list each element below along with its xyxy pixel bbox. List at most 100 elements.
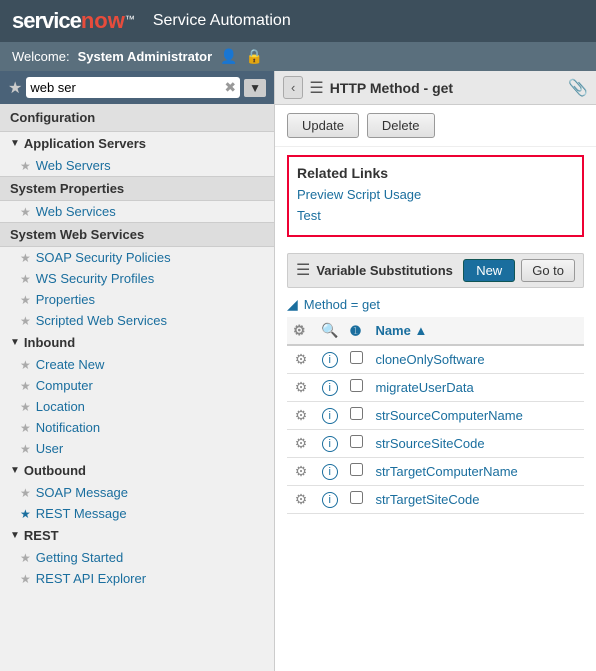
collapse-icon: ▼ [10, 138, 20, 149]
update-button[interactable]: Update [287, 113, 359, 138]
related-link-preview-script[interactable]: Preview Script Usage [297, 185, 574, 206]
star-icon-notif: ★ [20, 421, 31, 435]
row-name-link[interactable]: strSourceComputerName [375, 408, 522, 423]
welcome-bar: Welcome: System Administrator 👤 🔒 [0, 42, 596, 71]
rest-collapse-icon: ▼ [10, 530, 20, 541]
sidebar-item-web-services[interactable]: ★ Web Services [0, 201, 274, 222]
sidebar-item-ws-security[interactable]: ★ WS Security Profiles [0, 268, 274, 289]
getting-started-label: Getting Started [36, 550, 123, 565]
user-profile-icon[interactable]: 👤 [220, 48, 237, 65]
sidebar-item-scripted-ws[interactable]: ★ Scripted Web Services [0, 310, 274, 331]
related-link-test[interactable]: Test [297, 206, 574, 227]
outbound-collapse-icon: ▼ [10, 465, 20, 476]
row-gear-icon[interactable]: ⚙ [295, 351, 308, 367]
star-icon-gs: ★ [20, 551, 31, 565]
filter-icon[interactable]: ◢ [287, 296, 298, 313]
attach-icon[interactable]: 📎 [568, 78, 588, 98]
row-checkbox[interactable] [350, 463, 363, 476]
row-info-icon[interactable]: i [322, 436, 338, 452]
main-layout: ★ ✖ ▼ Configuration ▼ Application Server… [0, 71, 596, 671]
sidebar-item-computer[interactable]: ★ Computer [0, 375, 274, 396]
row-info-icon[interactable]: i [322, 464, 338, 480]
hamburger-menu-icon[interactable]: ☰ [309, 78, 323, 98]
goto-button[interactable]: Go to [521, 259, 575, 282]
name-col-label: Name ▲ [375, 323, 427, 338]
row-info-icon[interactable]: i [322, 352, 338, 368]
row-checkbox[interactable] [350, 491, 363, 504]
search-clear-icon[interactable]: ✖ [224, 79, 236, 96]
row-checkbox[interactable] [350, 379, 363, 392]
app-title: Service Automation [153, 12, 291, 30]
sort-circle-icon[interactable]: ➊ [350, 324, 360, 338]
sidebar-item-getting-started[interactable]: ★ Getting Started [0, 547, 274, 568]
gear-col-header: ⚙ [287, 317, 315, 345]
row-check-cell [344, 429, 369, 457]
row-info-icon[interactable]: i [322, 492, 338, 508]
star-icon-cn: ★ [20, 358, 31, 372]
row-info-cell: i [315, 373, 344, 401]
scripted-ws-label: Scripted Web Services [36, 313, 167, 328]
delete-button[interactable]: Delete [367, 113, 435, 138]
sidebar-item-web-servers[interactable]: ★ Web Servers [0, 155, 274, 176]
row-gear-icon[interactable]: ⚙ [295, 379, 308, 395]
search-dropdown-icon[interactable]: ▼ [244, 79, 266, 97]
row-gear-icon[interactable]: ⚙ [295, 463, 308, 479]
var-sub-menu-icon[interactable]: ☰ [296, 260, 310, 280]
row-checkbox[interactable] [350, 351, 363, 364]
row-gear-icon[interactable]: ⚙ [295, 435, 308, 451]
row-name-cell: strTargetSiteCode [369, 485, 584, 513]
row-info-cell: i [315, 457, 344, 485]
back-button[interactable]: ‹ [283, 76, 303, 99]
filter-row: ◢ Method = get [275, 292, 596, 317]
sidebar-item-rest-message[interactable]: ★ REST Message [0, 503, 274, 524]
related-links-box: Related Links Preview Script Usage Test [287, 155, 584, 237]
row-name-link[interactable]: cloneOnlySoftware [375, 352, 484, 367]
inbound-collapse-icon: ▼ [10, 337, 20, 348]
row-check-cell [344, 485, 369, 513]
soap-security-label: SOAP Security Policies [36, 250, 171, 265]
lock-icon[interactable]: 🔒 [246, 48, 263, 65]
sidebar-item-location[interactable]: ★ Location [0, 396, 274, 417]
sidebar-item-user[interactable]: ★ User [0, 438, 274, 459]
row-gear-icon[interactable]: ⚙ [295, 407, 308, 423]
star-icon-props: ★ [20, 293, 31, 307]
sidebar: ★ ✖ ▼ Configuration ▼ Application Server… [0, 71, 275, 671]
sidebar-item-notification[interactable]: ★ Notification [0, 417, 274, 438]
row-name-link[interactable]: strTargetSiteCode [375, 492, 479, 507]
location-label: Location [36, 399, 85, 414]
sidebar-item-soap-message[interactable]: ★ SOAP Message [0, 482, 274, 503]
row-name-link[interactable]: strSourceSiteCode [375, 436, 484, 451]
sidebar-item-soap-security[interactable]: ★ SOAP Security Policies [0, 247, 274, 268]
sidebar-item-create-new[interactable]: ★ Create New [0, 354, 274, 375]
row-gear-cell: ⚙ [287, 457, 315, 485]
row-gear-cell: ⚙ [287, 401, 315, 429]
table-gear-icon[interactable]: ⚙ [293, 322, 306, 338]
rest-group[interactable]: ▼ REST [0, 524, 274, 547]
sidebar-item-rest-api[interactable]: ★ REST API Explorer [0, 568, 274, 589]
name-col-header[interactable]: Name ▲ [369, 317, 584, 345]
logo-now: now [81, 8, 125, 33]
table-row: ⚙ i cloneOnlySoftware [287, 345, 584, 374]
rest-message-label: REST Message [36, 506, 127, 521]
search-input[interactable] [30, 80, 224, 95]
notification-label: Notification [36, 420, 100, 435]
outbound-group[interactable]: ▼ Outbound [0, 459, 274, 482]
ws-security-label: WS Security Profiles [36, 271, 154, 286]
bookmark-icon[interactable]: ★ [8, 78, 22, 98]
star-icon-ws: ★ [20, 205, 31, 219]
row-info-icon[interactable]: i [322, 408, 338, 424]
row-name-link[interactable]: strTargetComputerName [375, 464, 517, 479]
row-checkbox[interactable] [350, 435, 363, 448]
app-servers-group[interactable]: ▼ Application Servers [0, 132, 274, 155]
new-button[interactable]: New [463, 259, 515, 282]
sidebar-item-properties[interactable]: ★ Properties [0, 289, 274, 310]
row-checkbox[interactable] [350, 407, 363, 420]
row-info-icon[interactable]: i [322, 380, 338, 396]
inbound-group[interactable]: ▼ Inbound [0, 331, 274, 354]
web-servers-label: Web Servers [36, 158, 111, 173]
row-name-link[interactable]: migrateUserData [375, 380, 473, 395]
table-search-icon[interactable]: 🔍 [321, 322, 338, 338]
star-icon-api: ★ [20, 572, 31, 586]
table-row: ⚙ i strTargetSiteCode [287, 485, 584, 513]
row-gear-icon[interactable]: ⚙ [295, 491, 308, 507]
